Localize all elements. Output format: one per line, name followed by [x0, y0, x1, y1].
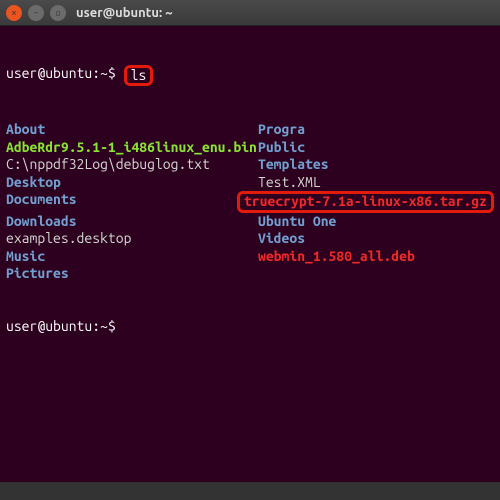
prompt-line-2: user@ubuntu:~$ [6, 318, 494, 336]
prompt-userhost: user@ubuntu [6, 65, 92, 81]
file-entry: examples.desktop [6, 230, 131, 246]
prompt-line: user@ubuntu:~$ ls [6, 65, 494, 86]
maximize-icon[interactable]: ▫ [50, 5, 66, 21]
list-item: examples.desktop [6, 230, 258, 248]
file-entry: Documents [6, 191, 77, 207]
list-item: webmin_1.580_all.deb [258, 248, 415, 266]
file-entry: Public [258, 139, 305, 155]
file-entry: Desktop [6, 174, 61, 190]
list-row: Pictures [6, 265, 494, 283]
list-item: Ubuntu One [258, 213, 336, 231]
file-entry: truecrypt-7.1a-linux-x86.tar.gz [244, 193, 487, 209]
file-entry: Videos [258, 230, 305, 246]
file-entry: Music [6, 248, 45, 264]
window-title: user@ubuntu: ~ [76, 6, 173, 20]
list-row: AdbeRdr9.5.1-1_i486linux_enu.binPublic [6, 139, 494, 157]
list-item: Test.XML [258, 174, 321, 192]
highlight-command: ls [124, 65, 154, 86]
list-item: About [6, 121, 258, 139]
status-bar [0, 482, 500, 500]
list-item: Videos [258, 230, 305, 248]
list-row: Documents truecrypt-7.1a-linux-x86.tar.gz [6, 191, 494, 212]
prompt-dollar: $ [108, 65, 116, 81]
list-item: Downloads [6, 213, 258, 231]
ls-output: AboutPrograAdbeRdr9.5.1-1_i486linux_enu.… [6, 121, 494, 282]
list-item: Documents [6, 191, 237, 212]
terminal-body[interactable]: user@ubuntu:~$ ls AboutPrograAdbeRdr9.5.… [0, 26, 500, 482]
prompt-sep: : [92, 65, 100, 81]
list-item: Music [6, 248, 258, 266]
list-item: C:\nppdf32Log\debuglog.txt [6, 156, 258, 174]
list-row: examples.desktop Videos [6, 230, 494, 248]
list-row: Downloads Ubuntu One [6, 213, 494, 231]
file-entry: C:\nppdf32Log\debuglog.txt [6, 156, 210, 172]
prompt-sep: : [92, 318, 100, 334]
list-item: AdbeRdr9.5.1-1_i486linux_enu.bin [6, 139, 258, 157]
prompt-path: ~ [100, 65, 108, 81]
list-item: Progra [258, 121, 305, 139]
terminal-window: × – ▫ user@ubuntu: ~ user@ubuntu:~$ ls A… [0, 0, 500, 500]
list-item: Desktop [6, 174, 258, 192]
prompt: user@ubuntu:~$ [6, 318, 124, 336]
list-item: Templates [258, 156, 329, 174]
list-row: Music webmin_1.580_all.deb [6, 248, 494, 266]
file-entry: Pictures [6, 265, 69, 281]
file-entry: Test.XML [258, 174, 321, 190]
prompt-userhost: user@ubuntu [6, 318, 92, 334]
close-icon[interactable]: × [6, 5, 22, 21]
titlebar: × – ▫ user@ubuntu: ~ [0, 0, 500, 26]
file-entry: Progra [258, 121, 305, 137]
list-item: truecrypt-7.1a-linux-x86.tar.gz [237, 191, 494, 212]
list-row: Desktop Test.XML [6, 174, 494, 192]
file-entry: Ubuntu One [258, 213, 336, 229]
file-entry: AdbeRdr9.5.1-1_i486linux_enu.bin [6, 139, 257, 155]
file-entry: Downloads [6, 213, 77, 229]
file-entry: About [6, 121, 45, 137]
highlight-file: truecrypt-7.1a-linux-x86.tar.gz [237, 191, 494, 212]
file-entry: Templates [258, 156, 329, 172]
list-row: About Progra [6, 121, 494, 139]
list-item: Pictures [6, 265, 258, 283]
prompt: user@ubuntu:~$ [6, 65, 124, 86]
prompt-path: ~ [100, 318, 108, 334]
command-text: ls [131, 67, 147, 83]
minimize-icon[interactable]: – [28, 5, 44, 21]
list-row: C:\nppdf32Log\debuglog.txt Templates [6, 156, 494, 174]
prompt-dollar: $ [108, 318, 116, 334]
file-entry: webmin_1.580_all.deb [258, 248, 415, 264]
list-item: Public [258, 139, 305, 157]
